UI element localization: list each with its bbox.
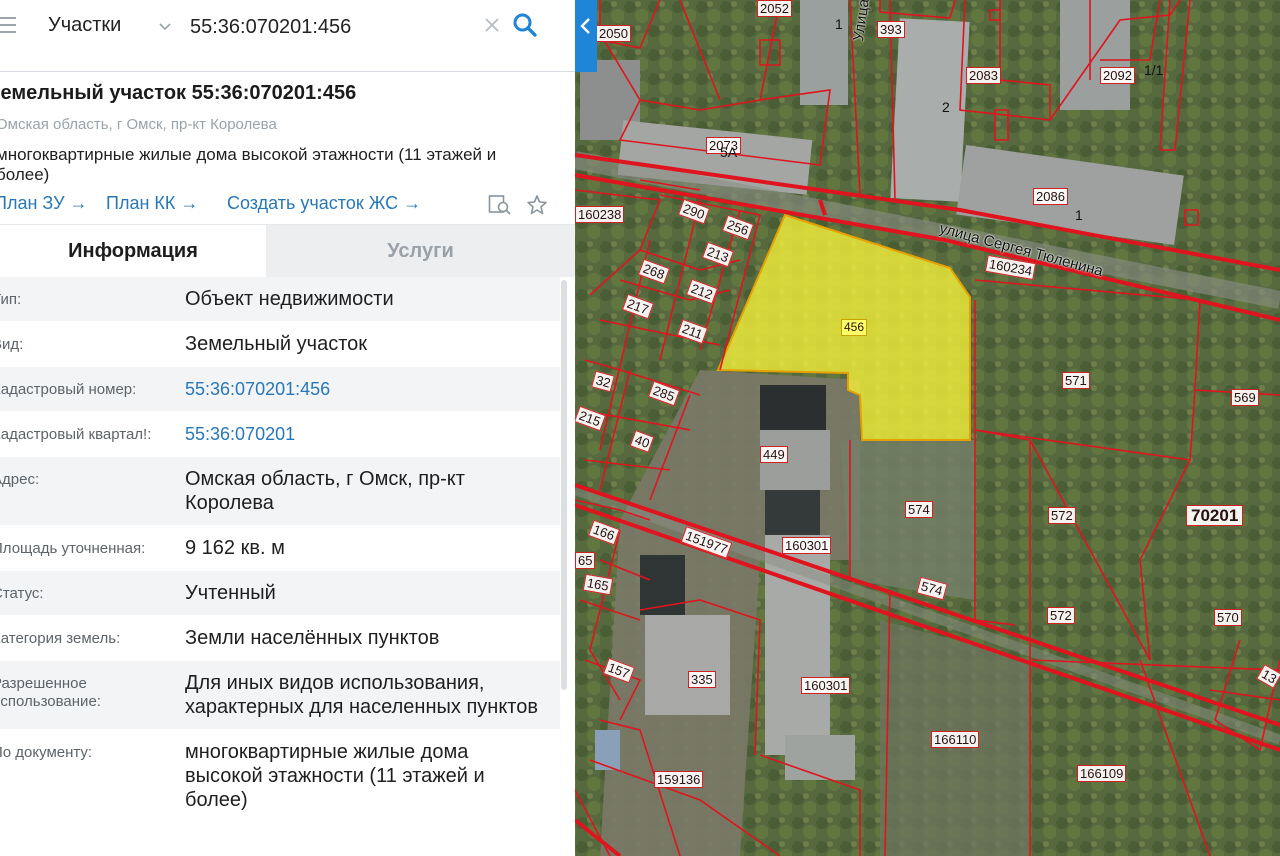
star-icon[interactable] (526, 194, 548, 216)
info-row-label: Кадастровый номер: (0, 381, 137, 398)
cadastral-quarter-link[interactable]: 55:36:070201 (185, 412, 545, 456)
parcel-label[interactable]: 574 (905, 501, 933, 518)
info-row: Вид: Земельный участок (0, 322, 560, 367)
info-row: Адрес: Омская область, г Омск, пр-кт Кор… (0, 457, 560, 526)
info-row-label: Тип: (0, 291, 22, 308)
panel-scrollbar[interactable] (561, 280, 567, 690)
parcel-label[interactable]: 572 (1047, 607, 1075, 624)
parcel-label[interactable]: 571 (1062, 372, 1090, 389)
plan-zu-link[interactable]: План ЗУ → (0, 193, 88, 214)
quarter-label[interactable]: 70201 (1186, 505, 1244, 526)
parcel-label[interactable]: 166110 (931, 731, 980, 748)
info-row: По документу: многоквартирные жилые дома… (0, 730, 560, 823)
parcel-label[interactable]: 159136 (654, 771, 704, 788)
search-bar: Участки (0, 0, 597, 72)
menu-icon[interactable] (0, 17, 16, 35)
info-row-label: По документу: (0, 744, 93, 761)
parcel-label[interactable]: 393 (877, 21, 905, 38)
object-address: Омская область, г Омск, пр-кт Королева (0, 116, 277, 133)
parcel-label[interactable]: 2083 (966, 67, 1001, 84)
parcel-label[interactable]: 166109 (1077, 765, 1127, 782)
parcel-label[interactable]: 65 (575, 552, 596, 569)
parcel-label[interactable]: 570 (1214, 609, 1242, 626)
info-row: Кадастровый номер: 55:36:070201:456 (0, 367, 560, 412)
object-title: Земельный участок 55:36:070201:456 (0, 82, 357, 104)
object-purpose: многоквартирные жилые дома высокой этажн… (0, 145, 497, 184)
tab-services[interactable]: Услуги (266, 225, 575, 277)
building-number: 5А (720, 144, 738, 160)
search-type-select[interactable]: Участки (48, 14, 121, 37)
info-row-value: Омская область, г Омск, пр-кт Королева (185, 468, 465, 514)
parcel-label[interactable]: 449 (760, 446, 788, 463)
info-row: Тип: Объект недвижимости (0, 277, 560, 322)
info-row-value: Объект недвижимости (185, 288, 394, 310)
info-row-label: Категория земель: (0, 630, 121, 647)
info-row-value: Для иных видов использования, характерны… (185, 672, 538, 718)
close-icon[interactable] (482, 15, 502, 35)
info-row-label: Вид: (0, 336, 24, 353)
info-row-label: Разрешенное использование: (0, 675, 101, 710)
create-parcel-link[interactable]: Создать участок ЖС → (227, 193, 421, 214)
info-row-value: 9 162 кв. м (185, 537, 285, 559)
info-row-label: Площадь уточненная: (0, 540, 146, 557)
plan-kk-link[interactable]: План КК → (106, 193, 198, 214)
parcel-label[interactable]: 160301 (801, 677, 851, 694)
tab-information[interactable]: Информация (0, 225, 266, 277)
info-row-value: Земельный участок (185, 333, 368, 355)
info-row-label: Кадастровый квартал!: (0, 426, 152, 443)
parcel-label[interactable]: 569 (1231, 389, 1259, 406)
info-row-value: Учтенный (185, 582, 276, 604)
building-number: 2 (942, 99, 950, 115)
selected-parcel-label[interactable]: 456 (841, 319, 868, 336)
parcel-label[interactable]: 2052 (757, 0, 792, 17)
parcel-label[interactable]: 2086 (1033, 188, 1068, 205)
search-icon[interactable] (512, 12, 538, 38)
parcel-label[interactable]: 160301 (782, 537, 832, 554)
info-row-label: Статус: (0, 585, 44, 602)
info-row-value: многоквартирные жилые дома высокой этажн… (185, 741, 485, 811)
parcel-label[interactable]: 160238 (575, 206, 625, 223)
chevron-left-icon[interactable] (579, 17, 593, 35)
tab-bar: Информация Услуги (0, 224, 575, 277)
info-table: Тип: Объект недвижимости Вид: Земельный … (0, 277, 560, 823)
building-number: 1 (835, 16, 843, 32)
inspect-icon[interactable] (488, 194, 512, 216)
collapse-panel-button[interactable] (575, 0, 597, 72)
parcel-label[interactable]: 2050 (596, 25, 631, 42)
info-row: Разрешенное использование: Для иных видо… (0, 661, 560, 730)
parcel-label[interactable]: 572 (1048, 507, 1076, 524)
building-number: 1 (1075, 207, 1083, 223)
parcel-label[interactable]: 335 (688, 671, 716, 688)
info-row-label: Адрес: (0, 471, 40, 488)
chevron-down-icon[interactable] (158, 20, 172, 34)
info-panel: Земельный участок 55:36:070201:456 Омска… (0, 0, 575, 856)
cadastral-number-link[interactable]: 55:36:070201:456 (185, 367, 545, 411)
info-row-value: Земли населённых пунктов (185, 627, 440, 649)
search-input[interactable] (190, 12, 470, 42)
parcel-label[interactable]: 2092 (1100, 67, 1135, 84)
info-row: Категория земель: Земли населённых пункт… (0, 616, 560, 661)
building-number: 1/1 (1144, 62, 1164, 78)
info-row: Площадь уточненная: 9 162 кв. м (0, 526, 560, 571)
info-row: Кадастровый квартал!: 55:36:070201 (0, 412, 560, 457)
info-row: Статус: Учтенный (0, 571, 560, 616)
